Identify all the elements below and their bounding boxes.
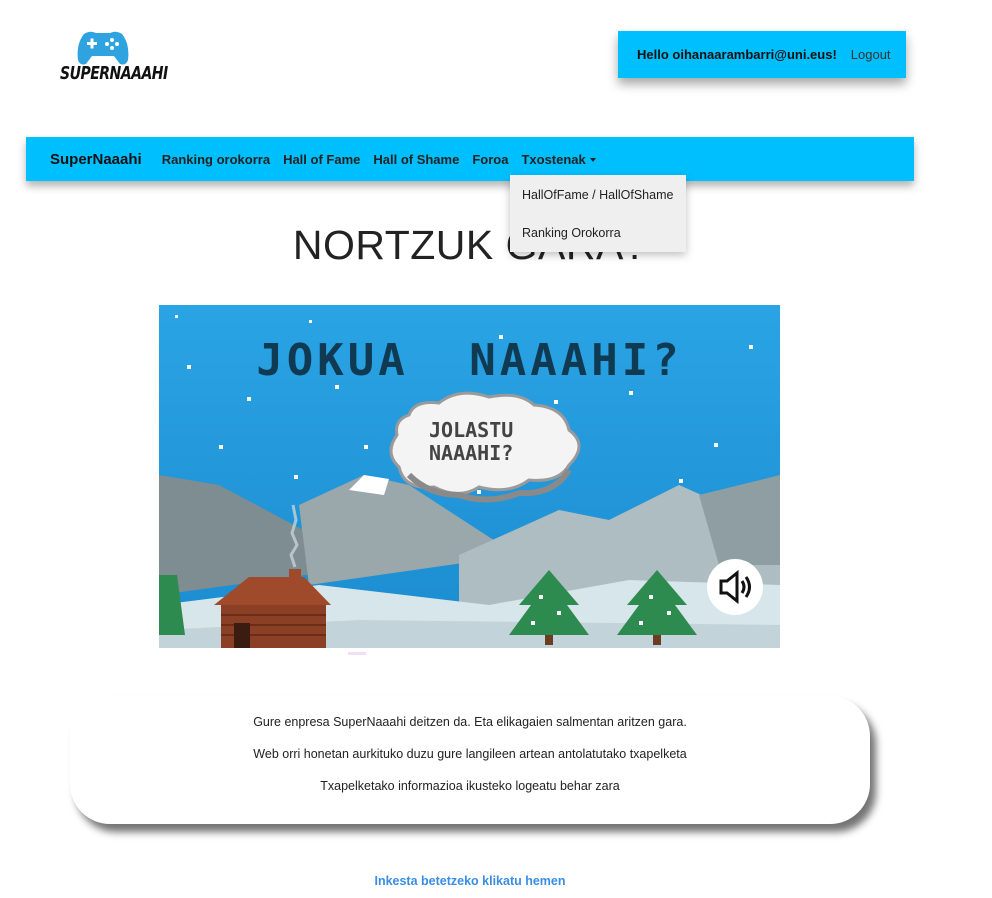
game-headline: JOKUA NAAAHI? (256, 335, 683, 386)
info-line-3: Txapelketako informazioa ikusteko logeat… (320, 779, 620, 793)
page-title: NORTZUK GARA? (292, 222, 648, 268)
dropdown-item-hall-of-fame-shame[interactable]: HallOfFame / HallOfShame (522, 188, 673, 202)
survey-link[interactable]: Inkesta betetzeko klikatu hemen (0, 874, 940, 888)
txostenak-dropdown-menu: HallOfFame / HallOfShame Ranking Orokorr… (510, 175, 686, 252)
navbar-brand[interactable]: SuperNaaahi (50, 151, 142, 168)
gamepad-icon (77, 31, 129, 65)
speaker-icon (719, 569, 751, 605)
sound-toggle-button[interactable] (707, 559, 763, 615)
cloud-text-line-1: JOLASTU (429, 418, 514, 442)
game-banner[interactable]: JOKUA NAAAHI? JOLASTU NAAAHI? (159, 305, 780, 648)
nav-hall-of-fame[interactable]: Hall of Fame (283, 152, 360, 167)
caret-down-icon (589, 158, 596, 163)
user-panel: Hello oihanaarambarri@uni.eus! Logout (618, 31, 906, 78)
nav-hall-of-shame[interactable]: Hall of Shame (373, 152, 459, 167)
nav-foroa[interactable]: Foroa (472, 152, 508, 167)
info-card: Gure enpresa SuperNaaahi deitzen da. Eta… (70, 696, 870, 824)
dropdown-item-ranking-orokorra[interactable]: Ranking Orokorra (522, 226, 621, 240)
nav-txostenak-label: Txostenak (521, 151, 586, 167)
nav-ranking-orokorra[interactable]: Ranking orokorra (162, 152, 270, 167)
logout-link[interactable]: Logout (851, 47, 891, 62)
info-line-1: Gure enpresa SuperNaaahi deitzen da. Eta… (253, 715, 687, 729)
nav-txostenak-dropdown[interactable]: Txostenak (521, 151, 596, 167)
logo-text: SUPERNAAAHI (60, 64, 168, 84)
carousel-indicator (348, 652, 366, 655)
user-greeting: Hello oihanaarambarri@uni.eus! (637, 47, 837, 62)
main-navbar: SuperNaaahi Ranking orokorra Hall of Fam… (26, 137, 914, 181)
site-logo[interactable]: SUPERNAAAHI (60, 28, 168, 94)
info-line-2: Web orri honetan aurkituko duzu gure lan… (253, 747, 687, 761)
cloud-text: JOLASTU NAAAHI? (429, 419, 539, 465)
cloud-text-line-2: NAAAHI? (429, 441, 514, 465)
